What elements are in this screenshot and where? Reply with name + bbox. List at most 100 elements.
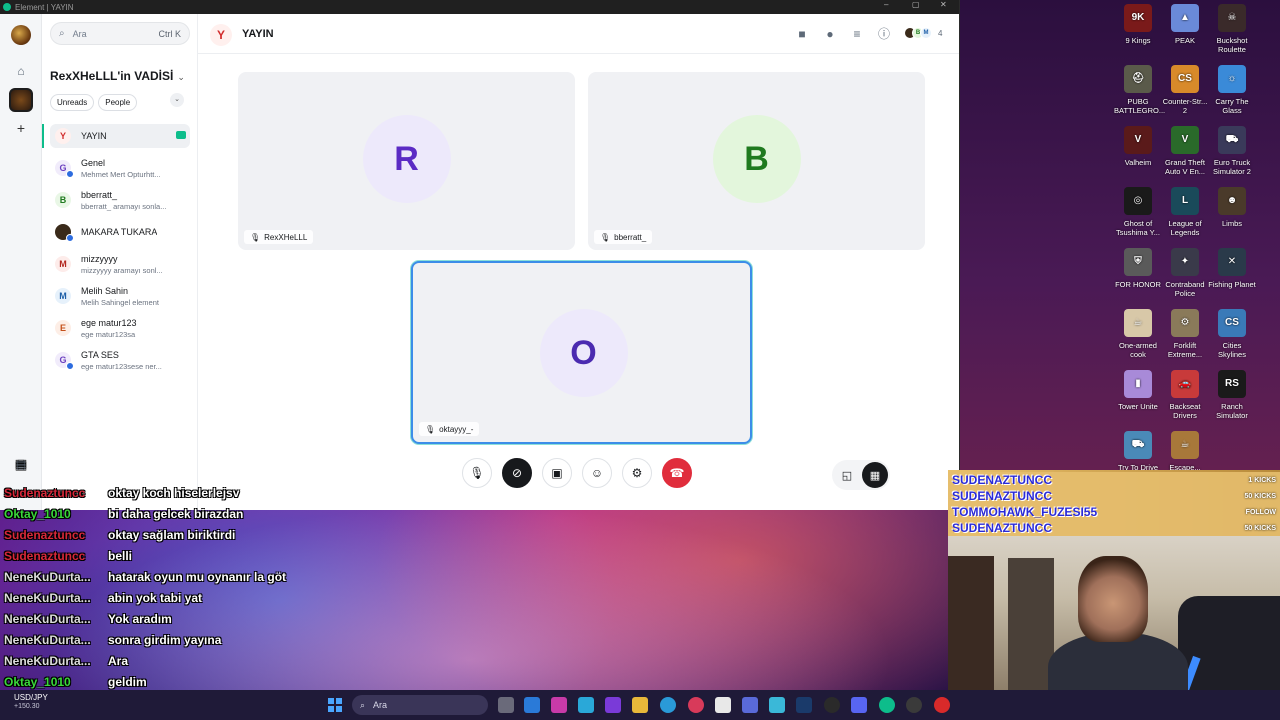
- alert-detail: 50 KICKS: [1244, 524, 1276, 532]
- desktop-shortcut[interactable]: RS Ranch Simulator: [1208, 370, 1256, 421]
- app-icon[interactable]: [524, 697, 540, 713]
- spotlight-layout-button[interactable]: ◱: [834, 462, 860, 488]
- grid-layout-button[interactable]: ▦: [862, 462, 888, 488]
- threads-icon[interactable]: ▤: [14, 458, 28, 471]
- participant-tile[interactable]: R 🎙 RexXHeLLL: [238, 72, 575, 250]
- desktop-shortcut[interactable]: ◎ Ghost of Tsushima Y...: [1114, 187, 1162, 238]
- desktop-shortcut[interactable]: ⚙ Forklift Extreme...: [1161, 309, 1209, 360]
- chat-message: NeneKuDurta... sonra girdim yayına: [4, 633, 221, 647]
- app-icon[interactable]: [605, 697, 621, 713]
- room-title[interactable]: YAYIN: [242, 28, 274, 40]
- desktop-shortcut[interactable]: ☕ One-armed cook: [1114, 309, 1162, 360]
- taskbar-widget[interactable]: USD/JPY +150.30: [14, 693, 48, 710]
- room-item[interactable]: Y YAYIN: [42, 124, 190, 148]
- room-item[interactable]: Bbberratt_ bberratt_ aramayı sonla...: [50, 184, 190, 216]
- camera-off-button[interactable]: ⊘: [502, 458, 532, 488]
- settings-button[interactable]: ⚙: [622, 458, 652, 488]
- room-item[interactable]: Eege matur123 ege matur123sa: [50, 312, 190, 344]
- desktop-shortcut[interactable]: ☕ Escape...: [1161, 431, 1209, 472]
- desktop-shortcut[interactable]: V Grand Theft Auto V En...: [1161, 126, 1209, 177]
- game-icon: ◎: [1124, 187, 1152, 215]
- chat-username: Oktay_1010: [4, 675, 71, 689]
- info-icon[interactable]: ⓘ: [877, 27, 891, 41]
- desktop-shortcut[interactable]: ⛑ PUBG BATTLEGRO...: [1114, 65, 1166, 116]
- notepad-icon[interactable]: [715, 697, 731, 713]
- taskbar-search[interactable]: ⌕ Ara: [352, 695, 488, 715]
- game-icon: 9K: [1124, 4, 1152, 32]
- room-avatar: M: [55, 256, 71, 272]
- microphone-button[interactable]: 🎙: [462, 458, 492, 488]
- filter-unreads[interactable]: Unreads: [50, 94, 95, 111]
- active-call-icon: [176, 131, 186, 139]
- obs-icon[interactable]: [824, 697, 840, 713]
- desktop-shortcut[interactable]: 9K 9 Kings: [1114, 4, 1162, 45]
- desktop-shortcut[interactable]: CS Cities Skylines: [1208, 309, 1256, 360]
- room-item[interactable]: G GTA SES ege matur123sese ner...: [50, 344, 190, 376]
- space-avatar[interactable]: [9, 88, 33, 112]
- app-icon[interactable]: [551, 697, 567, 713]
- desktop-shortcut[interactable]: ☼ Carry The Glass: [1208, 65, 1256, 116]
- participant-tile[interactable]: B 🎙 bberratt_: [588, 72, 925, 250]
- discord-icon[interactable]: [851, 697, 867, 713]
- close-button[interactable]: ✕: [940, 0, 947, 9]
- desktop-shortcut[interactable]: ⛨ FOR HONOR: [1114, 248, 1162, 289]
- desktop-shortcut[interactable]: ⛟ Try To Drive: [1114, 431, 1162, 472]
- steam-icon[interactable]: [796, 697, 812, 713]
- desktop-shortcut-label: Contraband Police: [1165, 280, 1205, 299]
- desktop-shortcut[interactable]: 🚗 Backseat Drivers: [1161, 370, 1209, 421]
- room-item[interactable]: Mmizzyyyy mizzyyyy aramayı sonl...: [50, 248, 190, 280]
- room-item[interactable]: M Melih Sahin Melih Sahingel element: [50, 280, 190, 312]
- app-icon[interactable]: [742, 697, 758, 713]
- room-item[interactable]: MAKARA TUKARA: [50, 216, 190, 248]
- game-icon: ⛑: [1124, 65, 1152, 93]
- task-view-icon[interactable]: [498, 697, 514, 713]
- desktop-shortcut[interactable]: ⛟ Euro Truck Simulator 2: [1208, 126, 1256, 177]
- desktop-shortcut[interactable]: ✦ Contraband Police: [1161, 248, 1209, 299]
- chat-bubble-icon[interactable]: ●: [823, 27, 837, 41]
- app-icon[interactable]: [578, 697, 594, 713]
- space-name[interactable]: RexXHeLLL'in VADİSİ ⌄: [50, 69, 185, 83]
- desktop-shortcut[interactable]: V Valheim: [1114, 126, 1162, 167]
- desktop-shortcut[interactable]: L League of Legends: [1161, 187, 1209, 238]
- user-avatar[interactable]: [11, 25, 31, 45]
- maximize-button[interactable]: ▢: [912, 0, 920, 9]
- end-call-button[interactable]: ☎: [662, 458, 692, 488]
- search-input[interactable]: ⌕ Ara Ctrl K: [50, 22, 190, 45]
- file-explorer-icon[interactable]: [632, 697, 648, 713]
- taskbar: USD/JPY +150.30 ⌕ Ara: [0, 690, 1280, 720]
- desktop-shortcut[interactable]: ☻ Limbs: [1208, 187, 1256, 228]
- app-icon[interactable]: [688, 697, 704, 713]
- filters-expand-icon[interactable]: ⌄: [170, 93, 184, 107]
- room-avatar[interactable]: Y: [210, 24, 232, 46]
- video-call-icon[interactable]: ■: [795, 27, 809, 41]
- app-icon[interactable]: [934, 697, 950, 713]
- screen-share-button[interactable]: ▣: [542, 458, 572, 488]
- room-item[interactable]: G Genel Mehmet Mert Opturhtt...: [50, 152, 190, 184]
- room-avatar: B: [55, 192, 71, 208]
- home-icon[interactable]: ⌂: [14, 64, 28, 78]
- member-facepile[interactable]: B M 4: [904, 27, 942, 39]
- desktop-shortcut[interactable]: ✕ Fishing Planet: [1208, 248, 1256, 289]
- filter-people[interactable]: People: [98, 94, 138, 111]
- desktop-shortcut-label: Valheim: [1124, 158, 1152, 167]
- app-icon[interactable]: [769, 697, 785, 713]
- element-icon[interactable]: [879, 697, 895, 713]
- desktop-shortcut[interactable]: ▮ Tower Unite: [1114, 370, 1162, 411]
- room-avatar: E: [55, 320, 71, 336]
- minimize-button[interactable]: –: [884, 0, 888, 9]
- threads-icon[interactable]: ≡: [850, 27, 864, 41]
- add-space-icon[interactable]: +: [14, 120, 28, 136]
- space-badge-icon: [66, 170, 74, 178]
- participant-tile[interactable]: O 🎙 oktayyy_-: [411, 261, 752, 444]
- desktop-shortcut[interactable]: ▲ PEAK: [1161, 4, 1209, 45]
- element-logo-icon: [3, 3, 11, 11]
- app-icon[interactable]: [906, 697, 922, 713]
- microphone-icon: 🎙: [425, 424, 436, 434]
- start-button[interactable]: [328, 698, 342, 712]
- facepile-avatar: M: [920, 27, 932, 39]
- reaction-button[interactable]: ☺: [582, 458, 612, 488]
- edge-icon[interactable]: [660, 697, 676, 713]
- desktop-shortcut[interactable]: CS Counter-Str... 2: [1161, 65, 1209, 116]
- desktop-shortcut-label: PUBG BATTLEGRO...: [1114, 97, 1166, 116]
- desktop-shortcut[interactable]: ☠ Buckshot Roulette: [1208, 4, 1256, 55]
